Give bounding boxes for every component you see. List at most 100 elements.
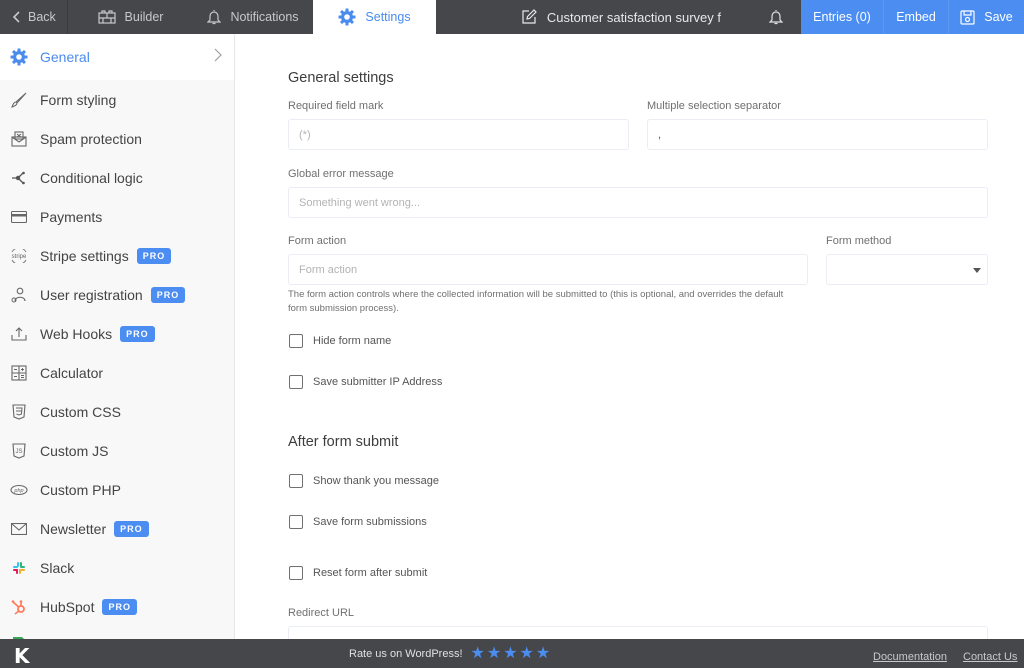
sidebar-item-form-styling[interactable]: Form styling [0,80,234,119]
entries-button[interactable]: Entries (0) [801,0,883,34]
save-button[interactable]: Save [948,0,1024,34]
edit-icon [522,9,537,24]
star-icon[interactable]: ★ [487,646,501,662]
form-method-select[interactable] [826,254,988,285]
user-icon [10,286,28,304]
checkbox-box[interactable] [289,375,303,389]
dropdown-arrow-icon [973,268,981,273]
settings-label: Settings [365,10,411,24]
checkbox-box[interactable] [289,474,303,488]
multiple-selection-separator-input[interactable]: , [647,119,988,150]
sidebar-item-label: Custom PHP [40,481,121,498]
pro-badge: PRO [114,520,149,537]
sidebar-item-conditional-logic[interactable]: Conditional logic [0,158,234,197]
global-error-message-input[interactable]: Something went wrong... [288,187,988,218]
sidebar-item-label: HubSpot [40,598,95,615]
bell-icon [769,10,783,25]
form-method-label: Form method [826,235,892,247]
sidebar-item-label: Conditional logic [40,169,143,186]
embed-label: Embed [896,10,936,24]
form-action-input[interactable]: Form action [288,254,808,285]
builder-label: Builder [124,10,164,24]
contact-us-link[interactable]: Contact Us [963,651,1017,663]
redirect-url-input[interactable] [288,626,988,639]
sidebar-item-label: Slack [40,559,75,576]
checkbox-label: Save submitter IP Address [313,376,443,388]
sidebar-item-calculator[interactable]: Calculator [0,353,234,392]
notification-bell-button[interactable] [751,0,801,34]
sidebar-item-custom-css[interactable]: Custom CSS [0,392,234,431]
embed-button[interactable]: Embed [883,0,948,34]
js-icon: JS [10,442,28,460]
star-icon[interactable]: ★ [520,646,534,662]
spam-envelope-icon [10,130,28,148]
sidebar-item-web-hooks[interactable]: Web Hooks PRO [0,314,234,353]
checkbox-box[interactable] [289,566,303,580]
sidebar-item-google-sheets-partial[interactable] [0,626,234,639]
tab-settings[interactable]: Settings [313,0,436,34]
form-title[interactable]: Customer satisfaction survey f [521,0,751,34]
php-icon: php [10,481,28,499]
pro-badge: PRO [102,598,137,615]
hide-form-name-checkbox[interactable]: Hide form name [289,334,391,348]
documentation-link[interactable]: Documentation [873,651,947,663]
back-label: Back [28,10,56,24]
star-icon[interactable]: ★ [503,646,517,662]
sidebar-item-general[interactable]: General [0,34,234,80]
tab-builder[interactable]: Builder [68,0,193,34]
star-icon[interactable]: ★ [471,646,485,662]
settings-sidebar: General Form styling Spam protection Con… [0,34,235,639]
bell-icon [207,10,222,25]
rate-us: Rate us on WordPress! ★ ★ ★ ★ ★ [349,646,553,662]
star-icon[interactable]: ★ [536,646,550,662]
sidebar-item-custom-php[interactable]: php Custom PHP [0,470,234,509]
top-bar: Back Builder Notifications Settings Cust… [0,0,1024,34]
checkbox-label: Show thank you message [313,475,439,487]
required-field-mark-input[interactable]: (*) [288,119,629,150]
sidebar-item-stripe-settings[interactable]: stripe Stripe settings PRO [0,236,234,275]
calculator-icon [10,364,28,382]
checkbox-box[interactable] [289,334,303,348]
credit-card-icon [10,208,28,226]
sidebar-item-slack[interactable]: Slack [0,548,234,587]
checkbox-box[interactable] [289,515,303,529]
save-ip-address-checkbox[interactable]: Save submitter IP Address [289,375,442,389]
sidebar-item-custom-js[interactable]: JS Custom JS [0,431,234,470]
envelope-icon [10,520,28,538]
tab-notifications[interactable]: Notifications [193,0,313,34]
gear-icon [338,8,356,26]
sidebar-item-payments[interactable]: Payments [0,197,234,236]
checkbox-label: Hide form name [313,335,392,347]
show-thank-you-checkbox[interactable]: Show thank you message [289,474,439,488]
rating-stars: ★ ★ ★ ★ ★ [471,646,553,662]
chevron-left-icon [12,11,20,23]
save-form-submissions-checkbox[interactable]: Save form submissions [289,515,427,529]
sidebar-item-label: Form styling [40,91,117,108]
redirect-url-label: Redirect URL [288,607,355,619]
pro-badge: PRO [136,247,172,264]
notifications-label: Notifications [230,10,299,24]
chevron-right-icon [214,48,222,62]
branch-icon [10,169,28,187]
pro-badge: PRO [150,286,186,303]
sidebar-item-label: User registration [40,286,143,303]
sidebar-item-user-registration[interactable]: User registration PRO [0,275,234,314]
sidebar-item-newsletter[interactable]: Newsletter PRO [0,509,234,548]
reset-form-checkbox[interactable]: Reset form after submit [289,566,427,580]
gear-icon [10,48,28,66]
general-settings-title: General settings [288,70,394,86]
sidebar-item-label: Web Hooks [40,325,113,342]
sidebar-item-label: Newsletter [40,520,107,537]
stripe-icon: stripe [10,247,28,265]
sidebar-item-label: Custom JS [40,442,109,459]
multiple-selection-separator-label: Multiple selection separator [647,100,781,112]
after-form-submit-title: After form submit [288,434,399,450]
form-action-help: The form action controls where the colle… [288,289,784,314]
sidebar-item-hubspot[interactable]: HubSpot PRO [0,587,234,626]
upload-icon [10,325,28,343]
sidebar-item-label: Calculator [40,364,104,381]
back-button[interactable]: Back [0,0,68,34]
sidebar-item-spam-protection[interactable]: Spam protection [0,119,234,158]
global-error-message-label: Global error message [288,168,394,180]
